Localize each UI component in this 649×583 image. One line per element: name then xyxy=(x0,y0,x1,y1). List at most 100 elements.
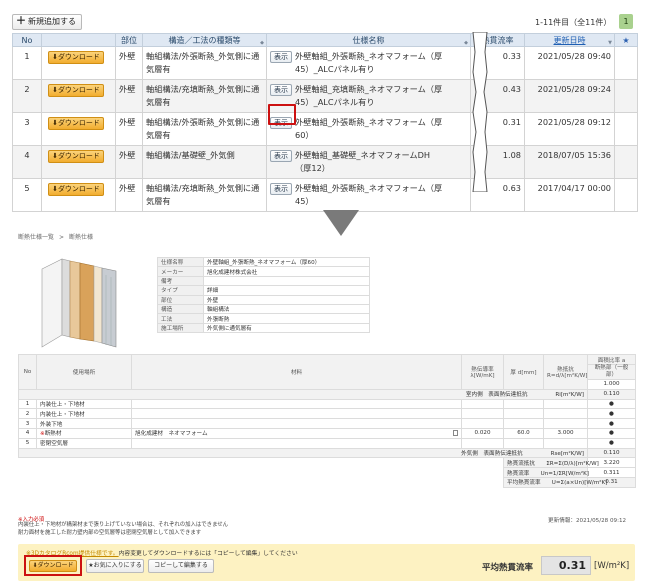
row-download-button[interactable]: ⬇ダウンロード xyxy=(48,117,104,130)
layer-no: 3 xyxy=(18,418,37,429)
layer-material xyxy=(131,408,462,420)
table-row: 5 ⬇ダウンロード 外壁 軸組構法/充填断熱_外気側に通気層有 表示 外壁軸組_外張断熱_… xyxy=(12,178,638,212)
col-header-no: No xyxy=(18,354,37,390)
info-key: 工法 xyxy=(157,313,204,324)
row-name: 外壁軸組_外張断熱_ネオマフォーム（厚60） xyxy=(295,117,443,140)
row-download-button[interactable]: ⬇ダウンロード xyxy=(48,51,104,64)
col-header-material: 材料 xyxy=(131,354,462,390)
total-label: 熱貫流率 Un=1/ΣR[W/m²K] xyxy=(503,467,589,478)
col-header-resistance: 熱抵抗 R=d/λ[m²K/W] xyxy=(543,354,588,390)
breadcrumb: 断熱仕様一覧 > 断熱仕様 xyxy=(18,232,93,241)
row-favorite-cell[interactable] xyxy=(614,112,638,146)
col-header-method[interactable]: 構造／工法の種類等 ◆ xyxy=(142,33,267,47)
layer-thickness xyxy=(503,437,544,449)
row-show-button[interactable]: 表示 xyxy=(270,51,292,63)
row-download-button[interactable]: ⬇ダウンロード xyxy=(48,150,104,163)
layer-dot: ● xyxy=(587,427,636,439)
breadcrumb-link-list[interactable]: 断熱仕様一覧 xyxy=(18,234,54,241)
row-no: 2 xyxy=(12,79,42,113)
row-favorite-cell[interactable] xyxy=(614,178,638,212)
add-new-button[interactable]: ＋新規追加する xyxy=(12,14,82,30)
down-arrow-icon xyxy=(323,210,359,236)
layer-material xyxy=(131,437,462,449)
updated-timestamp: 更新情報：2021/05/28 09:12 xyxy=(548,518,627,524)
page-number-current[interactable]: 1 xyxy=(619,14,633,29)
pager-summary: 1-11件目（全11件） xyxy=(535,18,612,27)
row-download-cell: ⬇ダウンロード xyxy=(41,178,116,212)
row-method: 軸組構法/外張断熱_外気側に通気層有 xyxy=(142,46,267,80)
info-key: 部位 xyxy=(157,294,204,305)
layer-resistance xyxy=(543,398,588,410)
layer-material: 旭化成建材 ネオマフォーム xyxy=(131,427,462,439)
highlight-show-button xyxy=(268,104,296,125)
row-favorite-cell[interactable] xyxy=(614,46,638,80)
col-header-favorite[interactable]: ★ xyxy=(614,33,638,47)
col-header-download xyxy=(41,33,116,47)
row-download-button[interactable]: ⬇ダウンロード xyxy=(48,183,104,196)
row-show-button[interactable]: 表示 xyxy=(270,183,292,195)
layer-thickness xyxy=(503,398,544,410)
info-value: 外壁 xyxy=(203,294,370,305)
layer-place: 外装下地 xyxy=(36,418,132,429)
layer-no: 1 xyxy=(18,398,37,410)
table-row: 4 ⬇ダウンロード 外壁 軸組構法/基礎壁_外気側 表示 外壁軸組_基礎壁_ネオマフォーム… xyxy=(12,145,638,179)
sort-desc-icon: ▼ xyxy=(608,40,612,46)
avg-transmittance-label: 平均熱貫流率 xyxy=(482,563,534,573)
layer-no: 4 xyxy=(18,427,37,439)
row-download-cell: ⬇ダウンロード xyxy=(41,79,116,113)
plus-icon: ＋ xyxy=(16,16,26,27)
col-header-no: No xyxy=(12,33,42,47)
info-key: 施工場所 xyxy=(157,322,204,334)
info-value: 外張断熱 xyxy=(203,313,370,324)
total-label: 平均熱貫流率 U=Σ(a×Un)[W/m²K] xyxy=(503,476,607,488)
surface-outer-value: 0.110 xyxy=(587,388,636,400)
row-date: 2021/05/28 09:24 xyxy=(524,79,615,113)
row-date: 2017/04/17 00:00 xyxy=(524,178,615,212)
row-method: 軸組構法/充填断熱_外気側に通気層有 xyxy=(142,178,267,212)
layer-material xyxy=(131,418,462,429)
col-header-name[interactable]: 仕様名称 ◆ xyxy=(266,33,471,47)
info-row: タイプ 詳細 xyxy=(157,285,370,296)
layer-no: 5 xyxy=(18,437,37,449)
add-favorite-button[interactable]: ★お気に入りにする xyxy=(86,559,144,573)
document-icon[interactable] xyxy=(453,430,458,437)
layer-thickness xyxy=(503,408,544,420)
info-row: 施工場所 外気側に通気層有 xyxy=(157,322,370,334)
row-show-button[interactable]: 表示 xyxy=(270,150,292,162)
surface-inner-value: 0.110 xyxy=(587,447,636,459)
info-row: 部位 外壁 xyxy=(157,294,370,305)
layer-dot: ● xyxy=(587,418,636,429)
row-method: 軸組構法/基礎壁_外気側 xyxy=(142,145,267,179)
table-row: 2 ⬇ダウンロード 外壁 軸組構法/充填断熱_外気側に通気層有 表示 外壁軸組_充填断熱_… xyxy=(12,79,638,113)
layer-resistance: 3.000 xyxy=(543,427,588,439)
info-key: メーカー xyxy=(157,266,204,277)
info-value: 旭化成建材株式会社 xyxy=(203,266,370,277)
total-row: 熱貫流率 Un=1/ΣR[W/m²K] 0.311 xyxy=(19,467,636,478)
row-favorite-cell[interactable] xyxy=(614,79,638,113)
info-value: 軸組構法 xyxy=(203,303,370,315)
layer-material xyxy=(131,398,462,410)
breadcrumb-separator: > xyxy=(59,234,65,241)
highlight-download-button xyxy=(24,555,82,576)
total-value: 0.311 xyxy=(587,467,636,478)
layer-row: 2 内装仕上・下地材 ● xyxy=(18,408,636,420)
layer-lambda: 0.020 xyxy=(461,427,504,439)
col-header-thickness: 厚 d[mm] xyxy=(503,354,544,390)
star-icon: ★ xyxy=(622,35,630,45)
col-header-date[interactable]: 更新日時 ▼ xyxy=(524,33,615,47)
layer-thickness: 60.0 xyxy=(503,427,544,439)
copy-edit-button[interactable]: コピーして編集する xyxy=(148,559,214,573)
col-header-ratio: 面積比率 a xyxy=(587,354,636,365)
row-download-button[interactable]: ⬇ダウンロード xyxy=(48,84,104,97)
row-favorite-cell[interactable] xyxy=(614,145,638,179)
row-show-button[interactable]: 表示 xyxy=(270,84,292,96)
spec-list-table: No 部位 構造／工法の種類等 ◆ 仕様名称 ◆ 熱貫流率 更新日時 ▼ ★ 1 ⬇ダウ… xyxy=(12,33,638,212)
layer-row: 4 ※断熱材 旭化成建材 ネオマフォーム 0.020 60.0 3.000 ● xyxy=(18,427,636,439)
row-part: 外壁 xyxy=(115,79,143,113)
layer-lambda xyxy=(461,398,504,410)
layer-resistance xyxy=(543,437,588,449)
info-row: 工法 外張断熱 xyxy=(157,313,370,324)
table-row: 3 ⬇ダウンロード 外壁 軸組構法/外張断熱_外気側に通気層有 表示 外壁軸組_外張断熱_… xyxy=(12,112,638,146)
row-part: 外壁 xyxy=(115,178,143,212)
layer-resistance xyxy=(543,418,588,429)
